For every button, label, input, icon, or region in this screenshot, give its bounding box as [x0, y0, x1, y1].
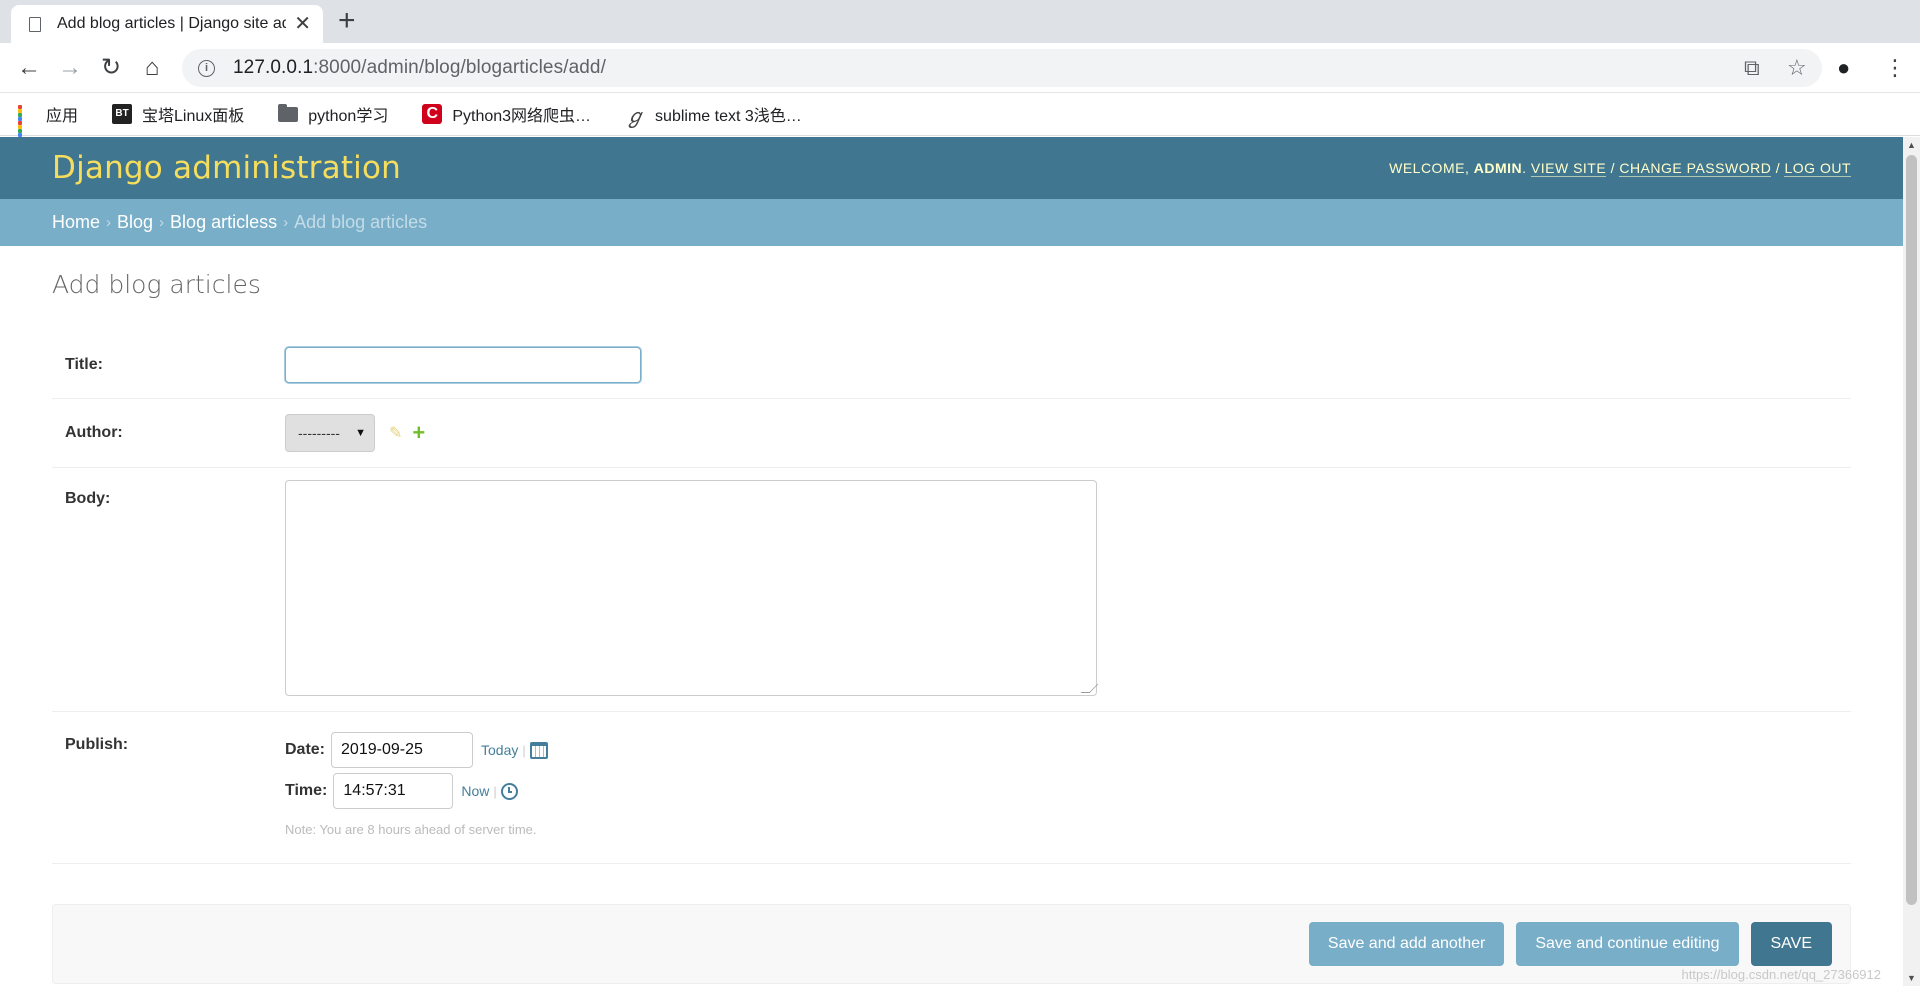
scroll-up-icon[interactable]: ▲: [1903, 137, 1920, 153]
user-tools: Welcome, admin. View site / Change passw…: [1389, 160, 1851, 177]
admin-header: Django administration Welcome, admin. Vi…: [0, 137, 1903, 199]
browser-tab[interactable]: Add blog articles | Django site admin ✕: [11, 5, 323, 43]
profile-icon[interactable]: ●: [1837, 55, 1850, 81]
bookmark-sublime[interactable]: ℊ sublime text 3浅色…: [625, 100, 802, 129]
breadcrumb-blog[interactable]: Blog: [117, 212, 153, 233]
breadcrumb-home[interactable]: Home: [52, 212, 100, 233]
publish-label: Publish:: [65, 736, 129, 753]
breadcrumb-blog-articless[interactable]: Blog articless: [170, 212, 277, 233]
bt-icon: BT: [112, 104, 133, 124]
url-text: 127.0.0.1:8000/admin/blog/blogarticles/a…: [233, 57, 606, 78]
browser-tabstrip: Add blog articles | Django site admin ✕ …: [0, 0, 1920, 43]
site-branding[interactable]: Django administration: [52, 150, 401, 186]
date-input[interactable]: 2019-09-25: [331, 732, 474, 768]
content: Add blog articles Title: Author: -------…: [0, 246, 1903, 984]
time-line: Time: 14:57:31 Now |: [285, 773, 518, 809]
save-button[interactable]: SAVE: [1750, 922, 1832, 966]
translate-icon[interactable]: ⧉: [1744, 55, 1760, 81]
submit-row: Save and add another Save and continue e…: [52, 904, 1851, 984]
page-title: Add blog articles: [52, 270, 261, 299]
clock-icon[interactable]: [500, 782, 518, 800]
time-input[interactable]: 14:57:31: [333, 773, 454, 809]
reload-icon[interactable]: ↻: [96, 53, 126, 83]
author-label: Author:: [65, 424, 123, 441]
form-row-author: Author: --------- ▼ ✎ +: [52, 399, 1851, 468]
back-icon[interactable]: ←: [14, 53, 44, 83]
bookmark-baota[interactable]: BT 宝塔Linux面板: [112, 102, 244, 126]
bookmarks-bar: 应用 BT 宝塔Linux面板 python学习 C Python3网络爬虫… …: [0, 93, 1920, 141]
view-site-link[interactable]: View site: [1530, 160, 1607, 177]
csdn-icon: C: [422, 104, 443, 124]
timezone-note: Note: You are 8 hours ahead of server ti…: [285, 822, 537, 837]
home-icon[interactable]: ⌂: [137, 53, 167, 83]
form-row-publish: Publish: Date: 2019-09-25 Today | Time: …: [52, 712, 1851, 864]
tab-title: Add blog articles | Django site admin: [57, 15, 287, 32]
bookmark-python3-crawler[interactable]: C Python3网络爬虫…: [422, 102, 591, 126]
body-label: Body:: [65, 490, 111, 507]
scrollbar-thumb[interactable]: [1906, 155, 1917, 905]
address-bar[interactable]: i 127.0.0.1:8000/admin/blog/blogarticles…: [182, 49, 1822, 87]
django-admin-page: Django administration Welcome, admin. Vi…: [0, 137, 1903, 986]
date-label: Date:: [285, 741, 326, 758]
scrollbar[interactable]: ▲ ▼: [1903, 137, 1920, 986]
pencil-icon[interactable]: ✎: [389, 423, 402, 443]
folder-icon: [278, 103, 299, 122]
page-viewport: Django administration Welcome, admin. Vi…: [0, 137, 1920, 986]
menu-icon[interactable]: ⋮: [1884, 55, 1906, 81]
username: admin: [1473, 160, 1523, 176]
calendar-icon[interactable]: [529, 741, 548, 759]
bookmark-star-icon[interactable]: ☆: [1787, 55, 1807, 81]
time-label: Time:: [285, 782, 328, 799]
bookmark-apps[interactable]: 应用: [18, 102, 78, 141]
author-select[interactable]: --------- ▼: [285, 414, 375, 452]
close-tab-icon[interactable]: ✕: [294, 14, 311, 34]
sublime-icon: ℊ: [625, 105, 646, 128]
breadcrumb-current: Add blog articles: [294, 212, 428, 232]
forward-icon[interactable]: →: [55, 53, 85, 83]
title-input[interactable]: [285, 346, 641, 383]
title-label: Title:: [65, 355, 103, 373]
form-row-body: Body:: [52, 468, 1851, 712]
save-and-continue-button[interactable]: Save and continue editing: [1516, 922, 1739, 966]
browser-toolbar: ← → ↻ ⌂ i 127.0.0.1:8000/admin/blog/blog…: [0, 43, 1920, 93]
apps-grid-icon: [18, 105, 36, 141]
watermark: https://blog.csdn.net/qq_27366912: [1681, 967, 1882, 982]
log-out-link[interactable]: Log out: [1784, 160, 1851, 177]
form-row-title: Title:: [52, 331, 1851, 399]
site-info-icon[interactable]: i: [198, 59, 215, 77]
today-link[interactable]: Today: [481, 742, 518, 758]
date-line: Date: 2019-09-25 Today |: [285, 732, 548, 768]
scroll-down-icon[interactable]: ▼: [1903, 970, 1920, 986]
body-textarea[interactable]: [285, 480, 1097, 696]
now-link[interactable]: Now: [461, 783, 489, 799]
change-password-link[interactable]: Change password: [1619, 160, 1772, 177]
save-and-add-another-button[interactable]: Save and add another: [1308, 922, 1505, 966]
dropdown-arrow-icon: ▼: [355, 427, 366, 439]
bookmark-python-folder[interactable]: python学习: [278, 102, 388, 126]
plus-icon[interactable]: +: [412, 422, 425, 444]
breadcrumb: Home › Blog › Blog articless › Add blog …: [0, 199, 1903, 246]
page-icon: [29, 16, 41, 32]
new-tab-icon[interactable]: +: [338, 6, 356, 36]
